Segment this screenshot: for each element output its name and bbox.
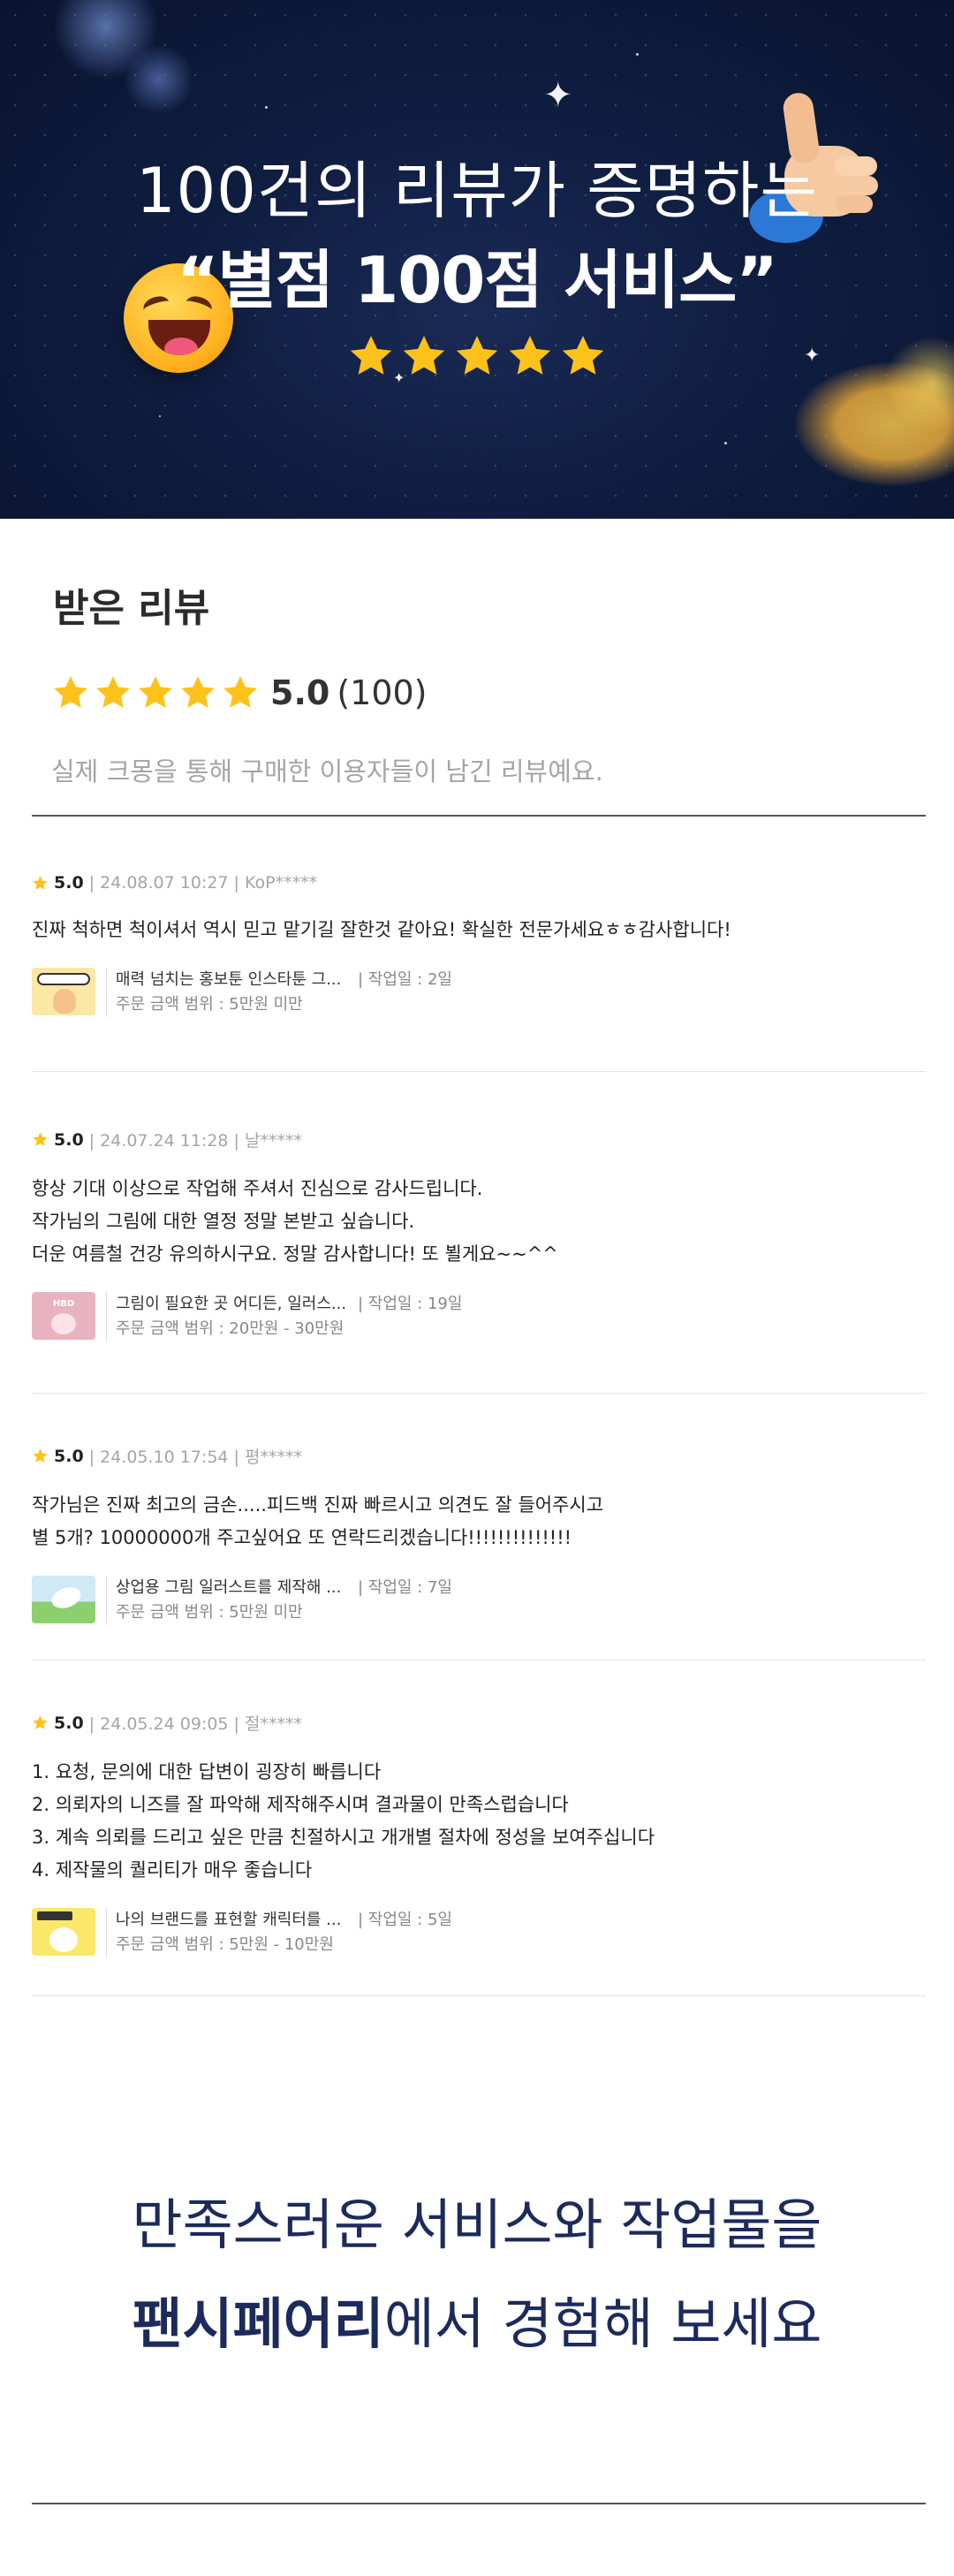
review-line: 3. 계속 의뢰를 드리고 싶은 만큼 친절하시고 개개별 절차에 정성을 보여…	[32, 1827, 655, 1848]
star-dot	[159, 415, 161, 417]
star-icon	[350, 336, 392, 375]
review-count: (100)	[337, 673, 428, 712]
star-icon	[562, 336, 604, 375]
star-icon	[33, 1448, 48, 1463]
star-icon	[33, 1132, 48, 1146]
review-score: 5.0	[54, 1129, 84, 1150]
review-line: 별 5개? 10000000개 주고싶어요 또 연락드리겠습니다!!!!!!!!…	[32, 1527, 572, 1548]
product-work-days: | 작업일 : 2일	[358, 970, 452, 989]
product-info: 나의 브랜드를 표현할 캐릭터를 ... | 작업일 : 5일 주문 금액 범위…	[106, 1908, 452, 1957]
footer-divider	[32, 2503, 926, 2504]
star-icon	[456, 336, 498, 375]
sparkle-icon: ✦	[543, 75, 573, 116]
rating-stars	[51, 673, 263, 712]
review-product[interactable]: 매력 넘치는 홍보툰 인스타툰 그... | 작업일 : 2일 주문 금액 범위…	[32, 968, 926, 1017]
cta-line-2: 팬시페어리에서 경험해 보세요	[0, 2275, 954, 2374]
review-line: 진짜 척하면 척이셔서 역시 믿고 맡기길 잘한것 같아요! 확실한 전문가세요…	[32, 919, 731, 940]
review-score: 5.0	[54, 873, 84, 893]
review-score: 5.0	[54, 1446, 84, 1466]
star-icon	[33, 1715, 48, 1729]
review-meta: 5.0 | 24.05.24 09:05 | 절*****	[32, 1711, 926, 1735]
star-icon	[54, 676, 87, 708]
review-meta: 5.0 | 24.08.07 10:27 | KoP*****	[32, 873, 926, 893]
hero-headline: 100건의 리뷰가 증명하는	[136, 155, 818, 227]
product-price-range: 주문 금액 범위 : 5만원 미만	[116, 995, 303, 1014]
star-dot	[265, 106, 268, 109]
star-dot	[636, 53, 639, 56]
review-product[interactable]: 상업용 그림 일러스트를 제작해 ... | 작업일 : 7일 주문 금액 범위…	[32, 1576, 926, 1625]
review-line: 1. 요청, 문의에 대한 답변이 굉장히 빠릅니다	[32, 1761, 382, 1782]
product-thumbnail[interactable]: HBD	[32, 1292, 95, 1340]
review-product[interactable]: 나의 브랜드를 표현할 캐릭터를 ... | 작업일 : 5일 주문 금액 범위…	[32, 1908, 926, 1957]
star-icon	[33, 875, 48, 890]
section-divider	[32, 815, 926, 817]
review-product[interactable]: HBD 그림이 필요한 곳 어디든, 일러스... | 작업일 : 19일 주문…	[32, 1292, 926, 1341]
product-name[interactable]: 매력 넘치는 홍보툰 인스타툰 그...	[116, 968, 354, 992]
review-date-author: | 24.07.24 11:28 | 날*****	[88, 1131, 302, 1151]
star-icon	[139, 676, 172, 708]
product-info: 그림이 필요한 곳 어디든, 일러스... | 작업일 : 19일 주문 금액 …	[106, 1292, 462, 1341]
review-item: 5.0 | 24.08.07 10:27 | KoP***** 진짜 척하면 척…	[32, 873, 926, 1017]
hero-banner: ✦ ✦ ✦ 100건의 리뷰가 증명하는 “별점 100점 서비스”	[0, 0, 954, 519]
product-work-days: | 작업일 : 5일	[358, 1911, 452, 1929]
review-score: 5.0	[54, 1713, 84, 1733]
review-line: 작가님의 그림에 대한 열정 정말 본받고 싶습니다.	[32, 1211, 415, 1232]
product-thumbnail[interactable]	[32, 1576, 95, 1623]
product-info: 상업용 그림 일러스트를 제작해 ... | 작업일 : 7일 주문 금액 범위…	[106, 1576, 452, 1625]
hero-star-rating	[0, 332, 954, 384]
hero-title: “별점 100점 서비스”	[177, 243, 778, 317]
product-name[interactable]: 나의 브랜드를 표현할 캐릭터를 ...	[116, 1908, 354, 1933]
star-dot	[724, 442, 727, 445]
review-item: 5.0 | 24.07.24 11:28 | 날***** 항상 기대 이상으로…	[32, 1128, 926, 1341]
rating-summary: 5.0 (100)	[51, 673, 428, 712]
review-item: 5.0 | 24.05.24 09:05 | 절***** 1. 요청, 문의에…	[32, 1711, 926, 1957]
review-text: 항상 기대 이상으로 작업해 주셔서 진심으로 감사드립니다. 작가님의 그림에…	[32, 1173, 926, 1271]
call-to-action: 만족스러운 서비스와 작업물을 팬시페어리에서 경험해 보세요	[0, 2176, 954, 2374]
rating-score: 5.0	[270, 673, 330, 712]
review-text: 1. 요청, 문의에 대한 답변이 굉장히 빠릅니다 2. 의뢰자의 니즈를 잘…	[32, 1756, 926, 1887]
product-price-range: 주문 금액 범위 : 5만원 - 10만원	[116, 1935, 334, 1954]
review-date-author: | 24.05.24 09:05 | 절*****	[88, 1714, 302, 1734]
star-icon	[403, 336, 445, 375]
review-text: 작가님은 진짜 최고의 금손.....피드백 진짜 빠르시고 의견도 잘 들어주…	[32, 1489, 926, 1554]
review-line: 4. 제작물의 퀄리티가 매우 좋습니다	[32, 1859, 313, 1881]
product-name[interactable]: 상업용 그림 일러스트를 제작해 ...	[116, 1576, 354, 1600]
review-divider	[32, 1393, 926, 1394]
cta-line-1: 만족스러운 서비스와 작업물을	[132, 2192, 822, 2257]
product-price-range: 주문 금액 범위 : 5만원 미만	[116, 1603, 303, 1622]
product-thumbnail[interactable]	[32, 968, 95, 1015]
product-price-range: 주문 금액 범위 : 20만원 - 30만원	[116, 1319, 344, 1338]
brand-name: 팬시페어리	[132, 2291, 384, 2356]
review-line: 작가님은 진짜 최고의 금손.....피드백 진짜 빠르시고 의견도 잘 들어주…	[32, 1494, 604, 1516]
review-item: 5.0 | 24.05.10 17:54 | 평***** 작가님은 진짜 최고…	[32, 1444, 926, 1625]
review-divider	[32, 1071, 926, 1072]
reviews-description: 실제 크몽을 통해 구매한 이용자들이 남긴 리뷰예요.	[51, 756, 603, 786]
review-text: 진짜 척하면 척이셔서 역시 믿고 맡기길 잘한것 같아요! 확실한 전문가세요…	[32, 914, 926, 946]
star-icon	[509, 336, 551, 375]
star-icon	[181, 676, 215, 708]
product-work-days: | 작업일 : 7일	[358, 1578, 452, 1597]
product-name[interactable]: 그림이 필요한 곳 어디든, 일러스...	[116, 1292, 354, 1317]
review-meta: 5.0 | 24.05.10 17:54 | 평*****	[32, 1444, 926, 1468]
page: ✦ ✦ ✦ 100건의 리뷰가 증명하는 “별점 100점 서비스” 받은 리뷰…	[0, 0, 954, 2576]
star-icon	[96, 676, 130, 708]
review-line: 2. 의뢰자의 니즈를 잘 파악해 제작해주시며 결과물이 만족스럽습니다	[32, 1794, 569, 1815]
product-work-days: | 작업일 : 19일	[358, 1295, 463, 1313]
review-line: 항상 기대 이상으로 작업해 주셔서 진심으로 감사드립니다.	[32, 1178, 483, 1199]
review-meta: 5.0 | 24.07.24 11:28 | 날*****	[32, 1128, 926, 1151]
review-line: 더운 여름철 건강 유의하시구요. 정말 감사합니다! 또 뵐게요~~^^	[32, 1243, 558, 1265]
cta-line-2-rest: 에서 경험해 보세요	[383, 2291, 822, 2356]
star-icon	[223, 676, 257, 708]
blue-swirl-decoration-2	[124, 44, 194, 115]
review-date-author: | 24.05.10 17:54 | 평*****	[88, 1448, 302, 1467]
product-info: 매력 넘치는 홍보툰 인스타툰 그... | 작업일 : 2일 주문 금액 범위…	[106, 968, 452, 1017]
reviews-title: 받은 리뷰	[53, 586, 210, 631]
review-date-author: | 24.08.07 10:27 | KoP*****	[88, 873, 318, 893]
review-divider	[32, 1995, 926, 1996]
product-thumbnail[interactable]	[32, 1908, 95, 1956]
